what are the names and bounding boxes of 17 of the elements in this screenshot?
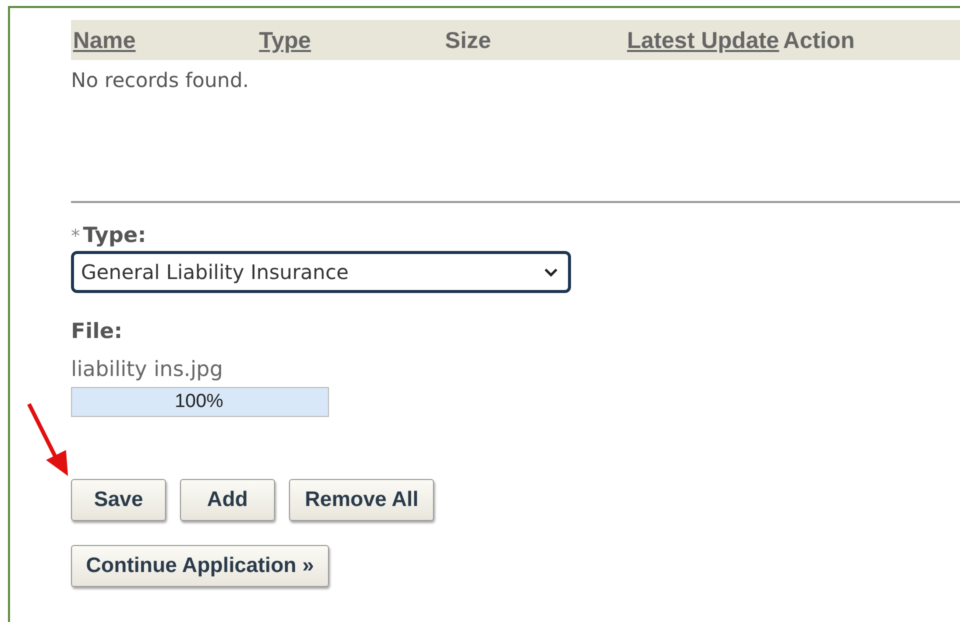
- file-name: liability ins.jpg: [71, 357, 223, 381]
- column-header-link[interactable]: Type: [259, 26, 445, 54]
- chevron-down-icon: [544, 268, 558, 276]
- column-header: Action: [783, 26, 855, 54]
- column-header: Size: [445, 26, 492, 54]
- action-button[interactable]: Add: [180, 479, 275, 521]
- continue-button[interactable]: Continue Application »: [71, 545, 329, 587]
- empty-message: No records found.: [71, 68, 249, 92]
- field-label: Type:: [83, 223, 146, 247]
- required-mark: *: [71, 226, 80, 247]
- progress-reading: 100%: [174, 391, 224, 413]
- field-label: File:: [71, 319, 122, 343]
- action-button[interactable]: Remove All: [288, 479, 434, 521]
- type-dropdown[interactable]: General Liability Insurance: [71, 251, 571, 293]
- column-header-link[interactable]: Name: [73, 26, 259, 54]
- column-header-link[interactable]: Latest Update: [627, 26, 780, 54]
- action-button[interactable]: Save: [71, 479, 166, 521]
